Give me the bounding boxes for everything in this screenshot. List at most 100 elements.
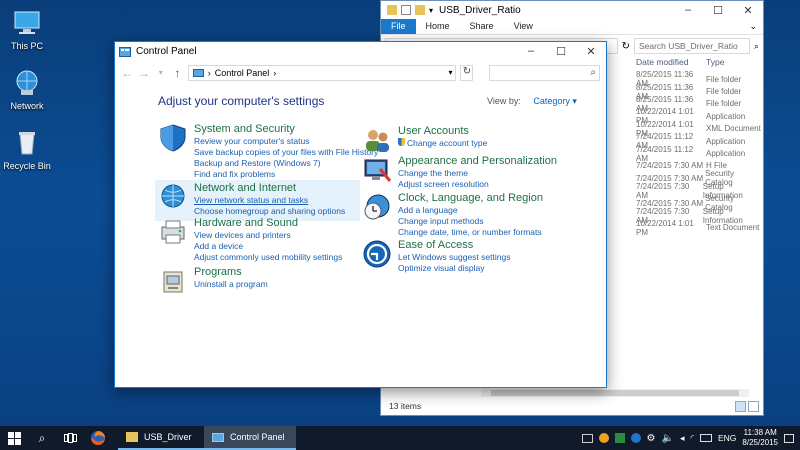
ribbon-tab-view[interactable]: View bbox=[504, 19, 543, 34]
minimize-button[interactable]: – bbox=[516, 45, 546, 58]
link-view-network-status[interactable]: View network status and tasks bbox=[194, 195, 345, 206]
forward-arrow-icon[interactable]: → bbox=[138, 66, 151, 80]
clock-globe-icon[interactable] bbox=[362, 192, 392, 222]
file-type: File folder bbox=[706, 74, 742, 84]
action-center-icon[interactable] bbox=[784, 433, 794, 443]
desktop-icon-network[interactable]: Network bbox=[2, 68, 52, 111]
tray-info-icon[interactable] bbox=[630, 433, 641, 443]
link-uninstall-program[interactable]: Uninstall a program bbox=[194, 279, 268, 290]
ribbon-tab-file[interactable]: File bbox=[381, 19, 416, 34]
users-icon[interactable] bbox=[362, 125, 392, 155]
link-homegroup-sharing[interactable]: Choose homegroup and sharing options bbox=[194, 206, 345, 217]
link-change-theme[interactable]: Change the theme bbox=[398, 168, 557, 179]
tray-settings-icon[interactable]: ⚙ bbox=[647, 433, 656, 444]
large-icons-view-button[interactable] bbox=[748, 401, 759, 412]
link-date-time-formats[interactable]: Change date, time, or number formats bbox=[398, 227, 543, 238]
close-button[interactable]: ✕ bbox=[576, 45, 606, 58]
link-input-methods[interactable]: Change input methods bbox=[398, 216, 543, 227]
printer-icon[interactable] bbox=[158, 217, 188, 247]
file-row[interactable]: 10/22/2014 1:01 PM Text Document bbox=[636, 219, 763, 237]
desktop-icon-recycle-bin[interactable]: Recycle Bin bbox=[2, 128, 52, 171]
column-type[interactable]: Type bbox=[706, 57, 724, 67]
category-title[interactable]: Clock, Language, and Region bbox=[398, 192, 543, 204]
control-panel-search-input[interactable]: ⌕ bbox=[489, 64, 601, 81]
folder-icon bbox=[387, 5, 397, 15]
file-row[interactable]: 7/24/2015 11:12 AM Application bbox=[636, 145, 763, 163]
refresh-button[interactable]: ↻ bbox=[460, 64, 474, 81]
link-review-status[interactable]: Review your computer's status bbox=[194, 136, 378, 147]
category-title[interactable]: System and Security bbox=[194, 123, 378, 135]
category-title[interactable]: Network and Internet bbox=[194, 182, 345, 194]
link-backup-restore[interactable]: Backup and Restore (Windows 7) bbox=[194, 158, 378, 169]
address-dropdown-icon[interactable]: ▾ bbox=[448, 68, 455, 77]
explorer-search-input[interactable]: Search USB_Driver_Ratio bbox=[633, 38, 750, 54]
tray-device-icon[interactable] bbox=[614, 433, 625, 443]
clock[interactable]: 11:38 AM 8/25/2015 bbox=[742, 428, 778, 448]
link-optimize-visual-display[interactable]: Optimize visual display bbox=[398, 263, 510, 274]
ribbon-tab-share[interactable]: Share bbox=[460, 19, 504, 34]
recent-locations-icon[interactable]: ▾ bbox=[154, 68, 167, 77]
maximize-button[interactable]: ☐ bbox=[703, 4, 733, 17]
control-panel-address-bar[interactable]: › Control Panel › ▾ bbox=[187, 64, 457, 81]
link-add-language[interactable]: Add a language bbox=[398, 205, 543, 216]
link-file-history[interactable]: Save backup copies of your files with Fi… bbox=[194, 147, 378, 158]
back-arrow-icon[interactable]: ← bbox=[121, 66, 134, 80]
personalization-icon[interactable] bbox=[362, 155, 392, 185]
link-mobility-settings[interactable]: Adjust commonly used mobility settings bbox=[194, 252, 342, 263]
ease-of-access-icon[interactable] bbox=[362, 239, 392, 269]
up-arrow-icon[interactable]: ↑ bbox=[171, 66, 184, 80]
category-title[interactable]: Appearance and Personalization bbox=[398, 155, 557, 167]
horizontal-scrollbar[interactable] bbox=[481, 389, 749, 397]
file-type: File folder bbox=[706, 99, 742, 109]
link-suggest-settings[interactable]: Let Windows suggest settings bbox=[398, 252, 510, 263]
control-panel-title-bar[interactable]: Control Panel – ☐ ✕ bbox=[115, 42, 606, 61]
keyboard-icon[interactable] bbox=[699, 434, 712, 442]
search-icon[interactable]: ⌕ bbox=[28, 426, 56, 450]
file-date-modified: 7/24/2015 7:30 AM bbox=[636, 181, 690, 200]
quick-access-dropdown-icon[interactable]: ▾ bbox=[429, 6, 433, 15]
language-indicator[interactable]: ENG bbox=[718, 433, 736, 443]
minimize-button[interactable]: – bbox=[673, 4, 703, 17]
ribbon-expand-icon[interactable]: ⌄ bbox=[743, 19, 763, 34]
ribbon-tab-home[interactable]: Home bbox=[416, 19, 460, 34]
link-devices-printers[interactable]: View devices and printers bbox=[194, 230, 342, 241]
file-type: Setup Information bbox=[702, 206, 743, 225]
control-panel-window[interactable]: Control Panel – ☐ ✕ ← → ▾ ↑ › Control Pa… bbox=[114, 41, 607, 388]
start-button[interactable] bbox=[0, 426, 28, 450]
network-globe-icon[interactable] bbox=[158, 182, 188, 212]
link-find-fix-problems[interactable]: Find and fix problems bbox=[194, 169, 378, 180]
shield-icon[interactable] bbox=[158, 123, 188, 153]
breadcrumb-separator-icon[interactable]: › bbox=[273, 68, 276, 78]
category-title[interactable]: Programs bbox=[194, 266, 268, 278]
close-button[interactable]: ✕ bbox=[733, 4, 763, 17]
explorer-title-bar[interactable]: ▾ USB_Driver_Ratio – ☐ ✕ bbox=[381, 1, 763, 19]
view-by-dropdown[interactable]: Category ▾ bbox=[533, 96, 577, 106]
category-title[interactable]: User Accounts bbox=[398, 125, 487, 137]
new-folder-icon[interactable] bbox=[415, 5, 425, 15]
category-title[interactable]: Ease of Access bbox=[398, 239, 510, 251]
details-view-button[interactable] bbox=[735, 401, 746, 412]
desktop-icon-label: Network bbox=[10, 101, 44, 111]
firefox-icon[interactable] bbox=[84, 426, 112, 450]
tray-app-icon[interactable] bbox=[581, 433, 593, 443]
breadcrumb-control-panel[interactable]: Control Panel bbox=[215, 68, 270, 78]
task-view-icon[interactable] bbox=[56, 426, 84, 450]
properties-icon[interactable] bbox=[401, 5, 411, 15]
programs-icon[interactable] bbox=[158, 266, 188, 296]
link-screen-resolution[interactable]: Adjust screen resolution bbox=[398, 179, 557, 190]
taskbar-app-usb-driver[interactable]: USB_Driver bbox=[118, 426, 204, 450]
tray-arrow-icon[interactable]: ◂ bbox=[680, 433, 685, 444]
volume-icon[interactable]: 🔈 bbox=[662, 433, 674, 444]
maximize-button[interactable]: ☐ bbox=[546, 45, 576, 58]
uac-shield-icon bbox=[398, 138, 405, 146]
link-change-account-type[interactable]: Change account type bbox=[398, 138, 487, 149]
category-title[interactable]: Hardware and Sound bbox=[194, 217, 342, 229]
tray-circle-icon[interactable] bbox=[598, 433, 609, 443]
column-date-modified[interactable]: Date modified bbox=[636, 57, 706, 67]
wifi-icon[interactable]: ◜ bbox=[690, 433, 694, 444]
file-date-modified: 7/24/2015 11:12 AM bbox=[636, 144, 694, 163]
desktop-icon-this-pc[interactable]: This PC bbox=[2, 8, 52, 51]
refresh-icon[interactable]: ↻ bbox=[622, 41, 630, 52]
taskbar-app-control-panel[interactable]: Control Panel bbox=[204, 426, 296, 450]
link-add-device[interactable]: Add a device bbox=[194, 241, 342, 252]
